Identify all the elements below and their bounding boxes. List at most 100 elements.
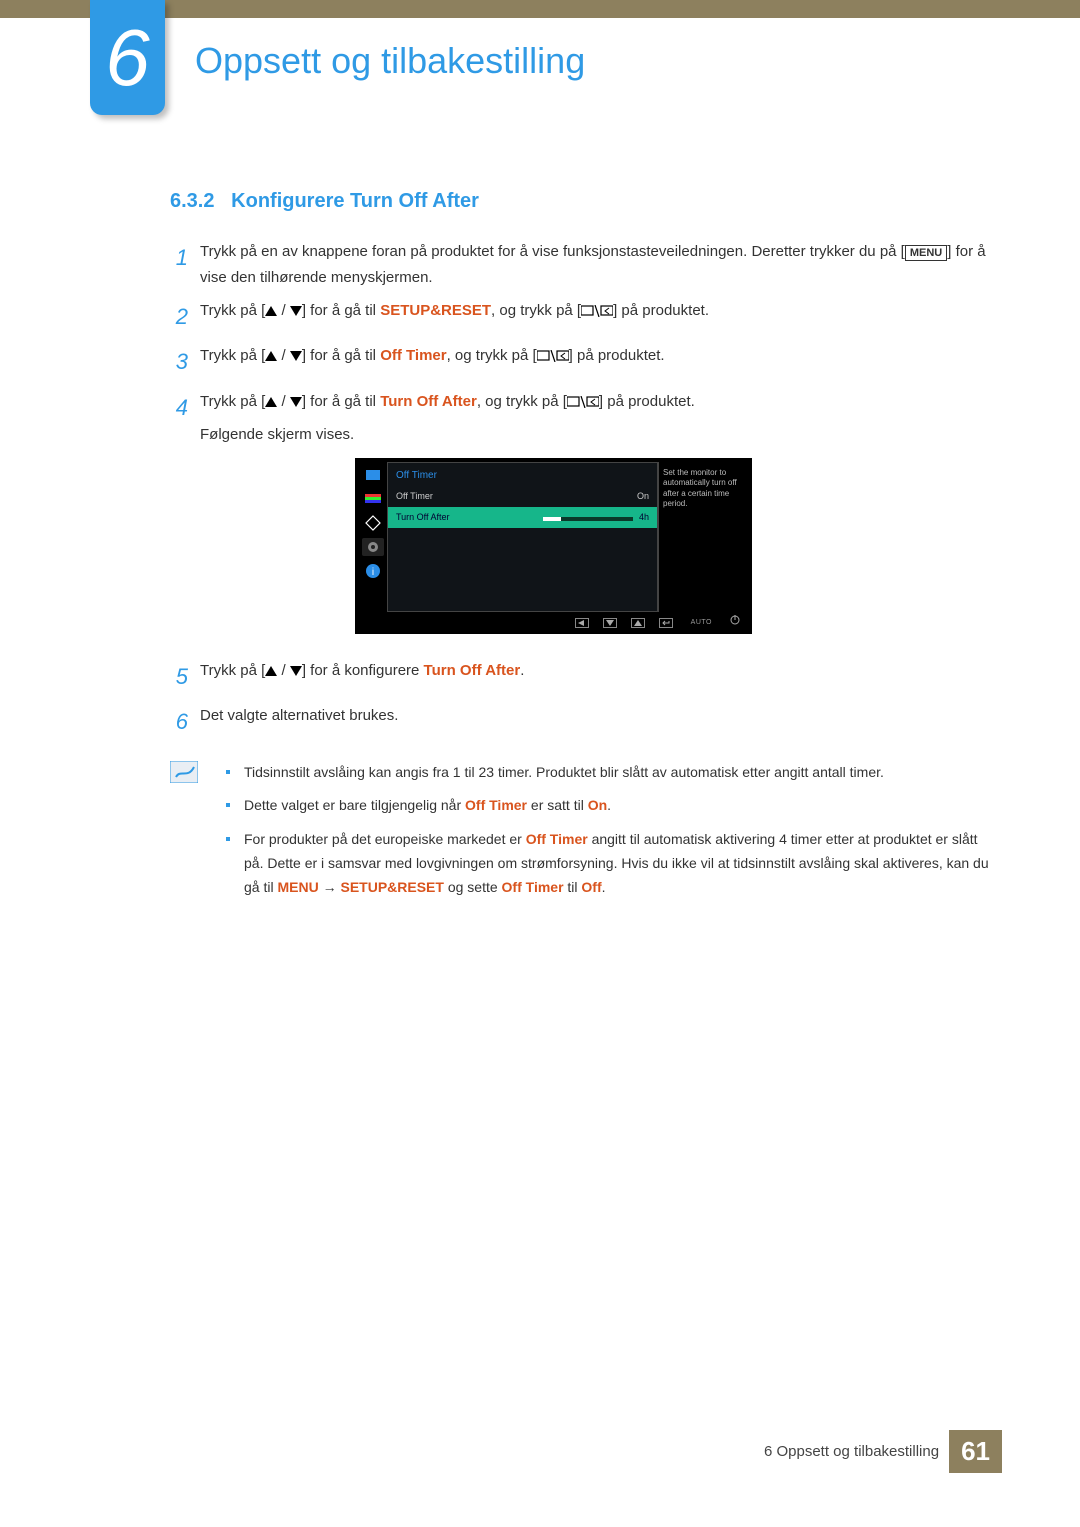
- step-body: Trykk på en av knappene foran på produkt…: [200, 239, 1000, 290]
- note-text: til: [564, 879, 582, 895]
- section-number: 6.3.2: [170, 190, 214, 212]
- footer-text: 6 Oppsett og tilbakestilling: [764, 1443, 939, 1460]
- note-block: Tidsinnstilt avslåing kan angis fra 1 ti…: [170, 761, 1000, 910]
- enter-icon: [567, 393, 599, 410]
- osd-info-icon: i: [362, 562, 384, 580]
- arrow-down-icon: [290, 351, 302, 361]
- osd-screenshot: i Off Timer Off Timer On Turn Off After: [355, 458, 752, 634]
- step-number: 4: [170, 389, 200, 650]
- chapter-number: 6: [105, 18, 150, 98]
- note-item: For produkter på det europeiske markedet…: [226, 828, 1000, 899]
- osd-down-icon: [603, 618, 617, 628]
- step-text: ] på produktet.: [599, 393, 695, 410]
- osd-value: 4h: [639, 510, 649, 525]
- keyword: Off Timer: [465, 797, 527, 813]
- osd-return-icon: [659, 618, 673, 628]
- step-text: Trykk på [: [200, 302, 265, 319]
- step-text: Trykk på [: [200, 662, 265, 679]
- step-2: 2 Trykk på [ / ] for å gå til SETUP&RESE…: [170, 298, 1000, 335]
- keyword: On: [588, 797, 607, 813]
- keyword: Off Timer: [526, 831, 588, 847]
- osd-help-text: Set the monitor to automatically turn of…: [658, 462, 748, 612]
- osd-setup-icon: [362, 538, 384, 556]
- osd-row-offtimer: Off Timer On: [388, 486, 657, 507]
- step-body: Trykk på [ / ] for å gå til SETUP&RESET,…: [200, 298, 1000, 335]
- arrow-up-icon: [265, 397, 277, 407]
- keyword: Turn Off After: [380, 393, 477, 410]
- step-1: 1 Trykk på en av knappene foran på produ…: [170, 239, 1000, 290]
- arrow-right-icon: →: [319, 879, 341, 895]
- section-title: Konfigurere Turn Off After: [231, 190, 479, 212]
- arrow-down-icon: [290, 666, 302, 676]
- arrow-down-icon: [290, 306, 302, 316]
- osd-color-icon: [362, 490, 384, 508]
- note-item: Tidsinnstilt avslåing kan angis fra 1 ti…: [226, 761, 1000, 785]
- osd-slider: [543, 517, 633, 521]
- osd-main-panel: Off Timer Off Timer On Turn Off After 4h: [387, 462, 658, 612]
- osd-value: On: [637, 489, 649, 504]
- enter-icon: [537, 347, 569, 364]
- step-number: 2: [170, 298, 200, 335]
- osd-label: Off Timer: [396, 489, 433, 504]
- step-text: ] på produktet.: [569, 347, 665, 364]
- keyword: Off Timer: [502, 879, 564, 895]
- step-text: Trykk på en av knappene foran på produkt…: [200, 243, 905, 260]
- note-text: og sette: [444, 879, 502, 895]
- note-text: .: [602, 879, 606, 895]
- enter-icon: [581, 302, 613, 319]
- osd-brightness-icon: [362, 466, 384, 484]
- step-3: 3 Trykk på [ / ] for å gå til Off Timer,…: [170, 343, 1000, 380]
- osd-auto-label: AUTO: [687, 617, 716, 629]
- note-text: Dette valget er bare tilgjengelig når: [244, 797, 465, 813]
- osd-left-icon: [575, 618, 589, 628]
- step-text: ] for å konfigurere: [302, 662, 424, 679]
- step-text: ] for å gå til: [302, 347, 380, 364]
- step-body: Trykk på [ / ] for å konfigurere Turn Of…: [200, 658, 1000, 695]
- section-heading: 6.3.2 Konfigurere Turn Off After: [170, 190, 1000, 213]
- osd-label: Turn Off After: [396, 510, 450, 525]
- step-text: Trykk på [: [200, 393, 265, 410]
- keyword: MENU: [277, 879, 318, 895]
- page-content: 6.3.2 Konfigurere Turn Off After 1 Trykk…: [170, 190, 1000, 910]
- step-text: , og trykk på [: [447, 347, 537, 364]
- keyword: Off Timer: [380, 347, 446, 364]
- step-text: ] for å gå til: [302, 393, 380, 410]
- svg-text:i: i: [372, 567, 374, 578]
- arrow-up-icon: [265, 666, 277, 676]
- osd-power-icon: [730, 615, 740, 630]
- osd-menu-title: Off Timer: [388, 463, 657, 486]
- keyword: Off: [581, 879, 601, 895]
- note-text: er satt til: [527, 797, 588, 813]
- step-4: 4 Trykk på [ / ] for å gå til Turn Off A…: [170, 389, 1000, 650]
- step-text: ] på produktet.: [613, 302, 709, 319]
- osd-size-icon: [362, 514, 384, 532]
- note-list: Tidsinnstilt avslåing kan angis fra 1 ti…: [226, 761, 1000, 910]
- keyword: SETUP&RESET: [380, 302, 491, 319]
- step-text: .: [520, 662, 524, 679]
- step-body: Trykk på [ / ] for å gå til Turn Off Aft…: [200, 389, 1000, 650]
- step-number: 1: [170, 239, 200, 290]
- step-text: , og trykk på [: [491, 302, 581, 319]
- arrow-up-icon: [265, 306, 277, 316]
- step-list: 1 Trykk på en av knappene foran på produ…: [170, 239, 1000, 741]
- page-number: 61: [949, 1430, 1002, 1473]
- step-number: 3: [170, 343, 200, 380]
- keyword: SETUP&RESET: [340, 879, 443, 895]
- arrow-down-icon: [290, 397, 302, 407]
- step-number: 6: [170, 703, 200, 740]
- chapter-title: Oppsett og tilbakestilling: [195, 40, 585, 82]
- chapter-badge: 6: [90, 0, 165, 115]
- menu-button-label: MENU: [905, 245, 947, 261]
- osd-sidebar: i: [359, 462, 387, 612]
- page-footer: 6 Oppsett og tilbakestilling 61: [764, 1430, 1002, 1473]
- note-text: For produkter på det europeiske markedet…: [244, 831, 526, 847]
- note-text: Tidsinnstilt avslåing kan angis fra 1 ti…: [244, 764, 884, 780]
- osd-row-turnoffafter: Turn Off After 4h: [388, 507, 657, 528]
- step-number: 5: [170, 658, 200, 695]
- note-text: .: [607, 797, 611, 813]
- step-follow-text: Følgende skjerm vises.: [200, 422, 1000, 448]
- note-item: Dette valget er bare tilgjengelig når Of…: [226, 794, 1000, 818]
- osd-up-icon: [631, 618, 645, 628]
- arrow-up-icon: [265, 351, 277, 361]
- step-body: Trykk på [ / ] for å gå til Off Timer, o…: [200, 343, 1000, 380]
